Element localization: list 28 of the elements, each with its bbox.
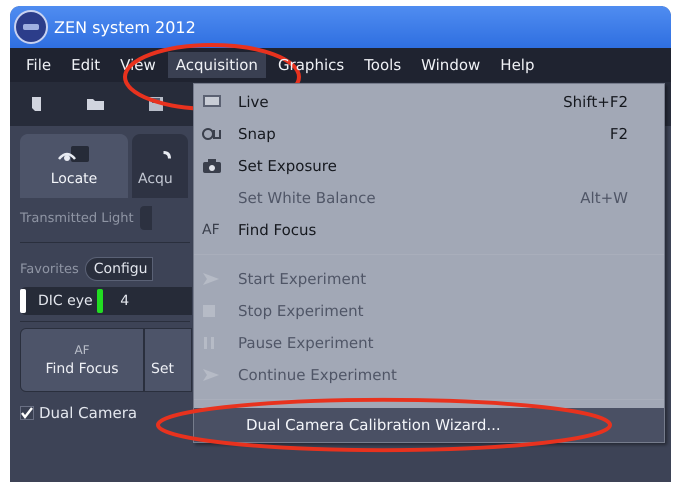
folder-icon[interactable] <box>86 97 106 111</box>
action-button[interactable]: Set <box>144 328 192 392</box>
channel-button[interactable]: 4 <box>96 287 139 315</box>
panel-tab[interactable]: Locate <box>20 134 128 198</box>
menu-bar-item[interactable]: Help <box>492 52 542 78</box>
monitor-icon <box>202 94 222 110</box>
menu-item[interactable]: Snap F2 <box>194 118 664 150</box>
channel-button[interactable]: DIC eye <box>20 287 97 315</box>
menu-item[interactable]: Dual Camera Calibration Wizard... <box>194 408 664 442</box>
light-path-label: Transmitted Light <box>20 210 134 226</box>
menu-bar-item[interactable]: Tools <box>356 52 410 78</box>
panel-tab[interactable]: Acqu <box>132 134 188 198</box>
document-icon[interactable] <box>30 96 44 112</box>
menu-item[interactable]: Live Shift+F2 <box>194 86 664 118</box>
window-title: ZEN system 2012 <box>54 18 196 36</box>
menu-bar-item[interactable]: File <box>18 52 60 78</box>
menu-bar-item[interactable]: Edit <box>63 52 108 78</box>
menu-item[interactable]: Set Exposure <box>194 150 664 182</box>
camera-shutter-icon <box>202 127 222 141</box>
hook-icon <box>162 151 171 160</box>
menu-bar-item[interactable]: Acquisition <box>168 52 266 78</box>
configure-button[interactable]: Configu <box>84 257 153 281</box>
menu-bar-item[interactable]: Window <box>413 52 488 78</box>
menu-item[interactable]: AF Find Focus <box>194 214 664 246</box>
action-button[interactable]: AF Find Focus <box>20 328 144 392</box>
app-logo-icon <box>14 10 48 44</box>
camera-icon <box>202 158 222 174</box>
favorites-label: Favorites <box>20 262 79 276</box>
